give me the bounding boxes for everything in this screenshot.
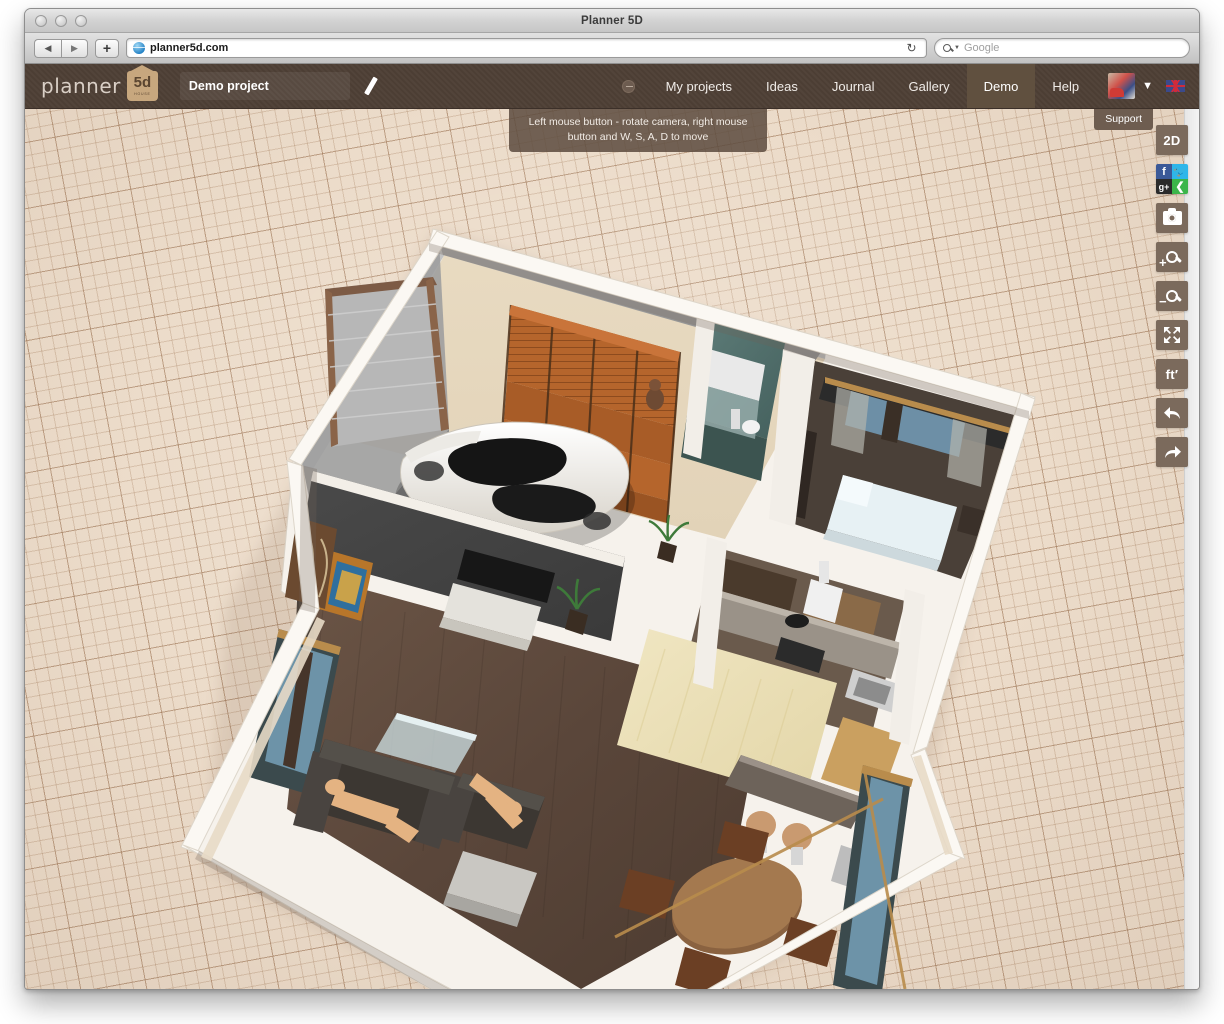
expand-arrows-icon <box>1163 326 1181 344</box>
zoom-out-button[interactable]: − <box>1156 281 1188 311</box>
chevron-down-icon[interactable]: ▼ <box>954 45 960 51</box>
app-header: planner 5d HOUSE Demo project My project… <box>25 64 1199 109</box>
planner5d-app: planner 5d HOUSE Demo project My project… <box>25 64 1199 989</box>
floor-plan-render <box>25 109 1199 989</box>
browser-toolbar: ◀ ▶ + planner5d.com ↻ ▼ Google <box>25 33 1199 64</box>
garage-door <box>325 277 449 447</box>
back-button[interactable]: ◀ <box>34 39 61 58</box>
redo-button[interactable] <box>1156 437 1188 467</box>
facebook-icon[interactable]: f <box>1156 164 1172 179</box>
avatar[interactable] <box>1108 73 1135 99</box>
forward-button[interactable]: ▶ <box>61 39 88 58</box>
search-placeholder: Google <box>964 42 999 54</box>
status-dot-button[interactable] <box>608 80 649 93</box>
nav-item-journal[interactable]: Journal <box>815 64 892 108</box>
twitter-icon[interactable]: 🐦 <box>1172 164 1188 179</box>
house-svg <box>25 109 1199 989</box>
undo-button[interactable] <box>1156 398 1188 428</box>
undo-arrow-icon <box>1163 405 1182 422</box>
logo-badge-sub: HOUSE <box>134 92 150 96</box>
camera-icon <box>1163 211 1182 225</box>
nav-item-my-projects[interactable]: My projects <box>649 64 749 108</box>
nav-item-ideas[interactable]: Ideas <box>749 64 815 108</box>
minimize-button[interactable] <box>55 15 67 27</box>
search-icon <box>943 44 951 52</box>
search-input[interactable]: ▼ Google <box>934 38 1190 58</box>
gear-icon <box>363 79 378 94</box>
social-grid: f 🐦 g+ ❮ <box>1156 164 1188 194</box>
magnifier-minus-icon: − <box>1166 290 1178 302</box>
logo-house-badge: 5d HOUSE <box>127 71 158 101</box>
view-2d-button[interactable]: 2D <box>1156 125 1188 155</box>
globe-icon <box>133 42 145 54</box>
language-flag-icon[interactable] <box>1166 80 1185 92</box>
zoom-button[interactable] <box>75 15 87 27</box>
browser-titlebar: Planner 5D <box>25 9 1199 33</box>
units-button[interactable]: ft′ <box>1156 359 1188 389</box>
chevron-down-icon[interactable]: ▼ <box>1142 80 1153 92</box>
zoom-in-button[interactable]: + <box>1156 242 1188 272</box>
share-icon[interactable]: ❮ <box>1172 179 1188 194</box>
browser-window: Planner 5D ◀ ▶ + planner5d.com ↻ ▼ Googl… <box>24 8 1200 990</box>
googleplus-icon[interactable]: g+ <box>1156 179 1172 194</box>
close-button[interactable] <box>35 15 47 27</box>
project-name-value: Demo project <box>189 79 269 93</box>
nav-item-gallery[interactable]: Gallery <box>891 64 966 108</box>
new-tab-button[interactable]: + <box>95 39 119 58</box>
support-tab[interactable]: Support <box>1094 109 1153 130</box>
screenshot-button[interactable] <box>1156 203 1188 233</box>
navigation-buttons: ◀ ▶ <box>34 39 88 58</box>
main-navigation: My projects Ideas Journal Gallery Demo H… <box>608 64 1199 108</box>
planner5d-logo[interactable]: planner 5d HOUSE <box>41 71 158 101</box>
nav-item-demo[interactable]: Demo <box>967 64 1036 108</box>
fullscreen-button[interactable] <box>1156 320 1188 350</box>
address-bar-url: planner5d.com <box>150 42 228 54</box>
logo-wordmark: planner <box>41 74 121 98</box>
minus-circle-icon <box>622 80 635 93</box>
viewport-toolbar: 2D f 🐦 g+ ❮ + <box>1156 125 1188 467</box>
nav-item-help[interactable]: Help <box>1035 64 1096 108</box>
window-controls <box>35 15 87 27</box>
reload-icon[interactable]: ↻ <box>903 40 920 57</box>
window-title: Planner 5D <box>25 15 1199 27</box>
logo-badge-number: 5d <box>134 75 152 90</box>
address-bar[interactable]: planner5d.com ↻ <box>126 38 927 58</box>
redo-arrow-icon <box>1163 444 1182 461</box>
project-name-field[interactable]: Demo project <box>180 72 350 100</box>
camera-controls-hint: Left mouse button - rotate camera, right… <box>509 109 767 152</box>
magnifier-plus-icon: + <box>1166 251 1178 263</box>
project-settings-button[interactable] <box>360 72 382 100</box>
3d-viewport[interactable]: Left mouse button - rotate camera, right… <box>25 109 1199 989</box>
social-share-button[interactable]: f 🐦 g+ ❮ <box>1156 164 1188 194</box>
